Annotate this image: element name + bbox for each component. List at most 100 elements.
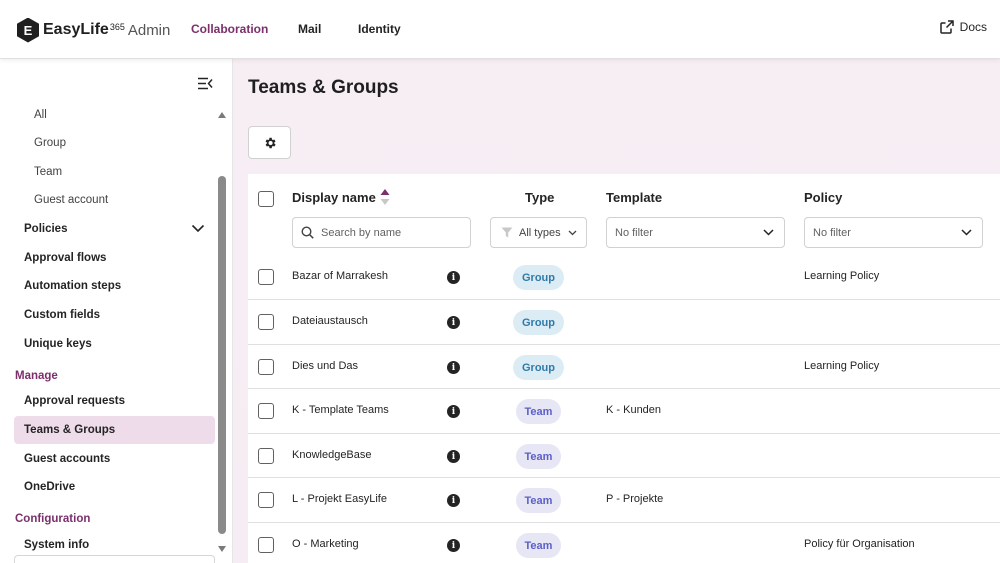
scroll-up-arrow-icon[interactable] <box>218 112 226 118</box>
sidebar-item-custom-fields[interactable]: Custom fields <box>24 309 100 321</box>
sidebar-item-policies[interactable]: Policies <box>24 223 67 235</box>
teams-groups-table: Display name Type Template Policy Search… <box>248 174 1000 563</box>
row-policy: Learning Policy <box>804 360 880 372</box>
sidebar-section-configuration: Configuration <box>15 513 91 525</box>
table-row[interactable]: L - Projekt EasyLife i Team P - Projekte <box>248 477 1000 522</box>
type-badge: Team <box>516 488 561 513</box>
column-header-policy[interactable]: Policy <box>804 190 842 205</box>
sidebar-item-all[interactable]: All <box>34 109 47 121</box>
type-badge: Team <box>516 399 561 424</box>
table-row[interactable]: Bazar of Marrakesh i Group Learning Poli… <box>248 255 1000 300</box>
row-policy: Policy für Organisation <box>804 538 915 550</box>
type-badge: Group <box>513 355 564 380</box>
template-filter-dropdown[interactable]: No filter <box>606 217 785 248</box>
sidebar-item-guest-account[interactable]: Guest account <box>34 194 108 206</box>
row-checkbox[interactable] <box>258 537 274 553</box>
sidebar-item-approval-flows[interactable]: Approval flows <box>24 252 106 264</box>
docs-label: Docs <box>959 20 987 34</box>
chevron-down-icon[interactable] <box>191 224 205 233</box>
row-display-name[interactable]: K - Template Teams <box>292 404 389 416</box>
sidebar-item-automation-steps[interactable]: Automation steps <box>24 280 121 292</box>
scroll-down-arrow-icon[interactable] <box>218 546 226 552</box>
logo-admin: Admin <box>127 21 171 39</box>
row-display-name[interactable]: L - Projekt EasyLife <box>292 493 387 505</box>
sidebar-item-teams-groups[interactable]: Teams & Groups <box>24 424 115 436</box>
nav-mail[interactable]: Mail <box>298 22 321 36</box>
row-policy: Learning Policy <box>804 270 880 282</box>
row-checkbox[interactable] <box>258 448 274 464</box>
type-badge: Team <box>516 533 561 558</box>
chevron-down-icon <box>568 230 577 235</box>
table-row[interactable]: Dateiaustausch i Group <box>248 299 1000 344</box>
logo-hex-icon: E <box>17 17 39 43</box>
select-all-checkbox[interactable] <box>258 191 274 207</box>
row-template: K - Kunden <box>606 404 662 416</box>
filter-icon <box>501 227 513 238</box>
chevron-down-icon <box>961 229 972 236</box>
sidebar-item-team[interactable]: Team <box>34 166 62 178</box>
row-checkbox[interactable] <box>258 359 274 375</box>
row-display-name[interactable]: O - Marketing <box>292 538 359 550</box>
sidebar-next-item <box>14 555 215 563</box>
info-icon[interactable]: i <box>447 316 460 329</box>
settings-button[interactable] <box>248 126 291 159</box>
sidebar-item-system-info[interactable]: System info <box>24 539 89 551</box>
info-icon[interactable]: i <box>447 361 460 374</box>
external-link-icon <box>939 20 954 34</box>
gear-icon <box>265 137 276 148</box>
collapse-menu-icon <box>198 77 213 90</box>
sidebar: All Group Team Guest account Policies Ap… <box>0 59 233 563</box>
type-filter-value: All types <box>519 226 561 239</box>
row-display-name[interactable]: Bazar of Marrakesh <box>292 270 388 282</box>
row-display-name[interactable]: Dateiaustausch <box>292 315 368 327</box>
column-header-display-name[interactable]: Display name <box>292 190 376 205</box>
row-display-name[interactable]: KnowledgeBase <box>292 449 372 461</box>
column-header-type[interactable]: Type <box>525 190 554 205</box>
table-row[interactable]: Dies und Das i Group Learning Policy <box>248 344 1000 389</box>
search-icon <box>301 226 314 239</box>
sidebar-item-onedrive[interactable]: OneDrive <box>24 481 75 493</box>
policy-filter-value: No filter <box>813 226 851 239</box>
nav-identity[interactable]: Identity <box>358 22 401 36</box>
sidebar-item-guest-accounts[interactable]: Guest accounts <box>24 453 110 465</box>
logo-brand: EasyLife <box>43 21 109 38</box>
logo-sup: 365 <box>109 22 125 32</box>
chevron-down-icon <box>763 229 774 236</box>
info-icon[interactable]: i <box>447 539 460 552</box>
row-checkbox[interactable] <box>258 403 274 419</box>
table-row[interactable]: K - Template Teams i Team K - Kunden <box>248 388 1000 433</box>
type-badge: Group <box>513 310 564 335</box>
top-bar: E EasyLife 365 Admin Collaboration Mail … <box>0 0 1000 59</box>
info-icon[interactable]: i <box>447 494 460 507</box>
docs-link[interactable]: Docs <box>939 20 987 34</box>
type-badge: Team <box>516 444 561 469</box>
page-title: Teams & Groups <box>248 77 399 98</box>
row-template: P - Projekte <box>606 493 664 505</box>
table-row[interactable]: O - Marketing i Team Policy für Organisa… <box>248 522 1000 563</box>
column-header-template[interactable]: Template <box>606 190 662 205</box>
type-filter-dropdown[interactable]: All types <box>490 217 587 248</box>
sort-icon[interactable] <box>380 188 390 206</box>
search-placeholder: Search by name <box>321 226 402 239</box>
app-logo[interactable]: E EasyLife 365 Admin <box>17 17 170 43</box>
collapse-sidebar-button[interactable] <box>197 77 213 95</box>
type-badge: Group <box>513 265 564 290</box>
row-display-name[interactable]: Dies und Das <box>292 360 358 372</box>
template-filter-value: No filter <box>615 226 653 239</box>
nav-collaboration[interactable]: Collaboration <box>191 22 268 36</box>
info-icon[interactable]: i <box>447 450 460 463</box>
sidebar-section-manage: Manage <box>15 370 58 382</box>
sidebar-item-approval-requests[interactable]: Approval requests <box>24 395 125 407</box>
search-input[interactable]: Search by name <box>292 217 471 248</box>
info-icon[interactable]: i <box>447 271 460 284</box>
table-row[interactable]: KnowledgeBase i Team <box>248 433 1000 478</box>
main-content: Teams & Groups Display name Type Templat… <box>233 59 1000 563</box>
sidebar-scrollbar[interactable] <box>218 176 226 534</box>
sidebar-item-group[interactable]: Group <box>34 137 66 149</box>
row-checkbox[interactable] <box>258 314 274 330</box>
row-checkbox[interactable] <box>258 269 274 285</box>
sidebar-item-unique-keys[interactable]: Unique keys <box>24 338 92 350</box>
policy-filter-dropdown[interactable]: No filter <box>804 217 983 248</box>
row-checkbox[interactable] <box>258 492 274 508</box>
info-icon[interactable]: i <box>447 405 460 418</box>
